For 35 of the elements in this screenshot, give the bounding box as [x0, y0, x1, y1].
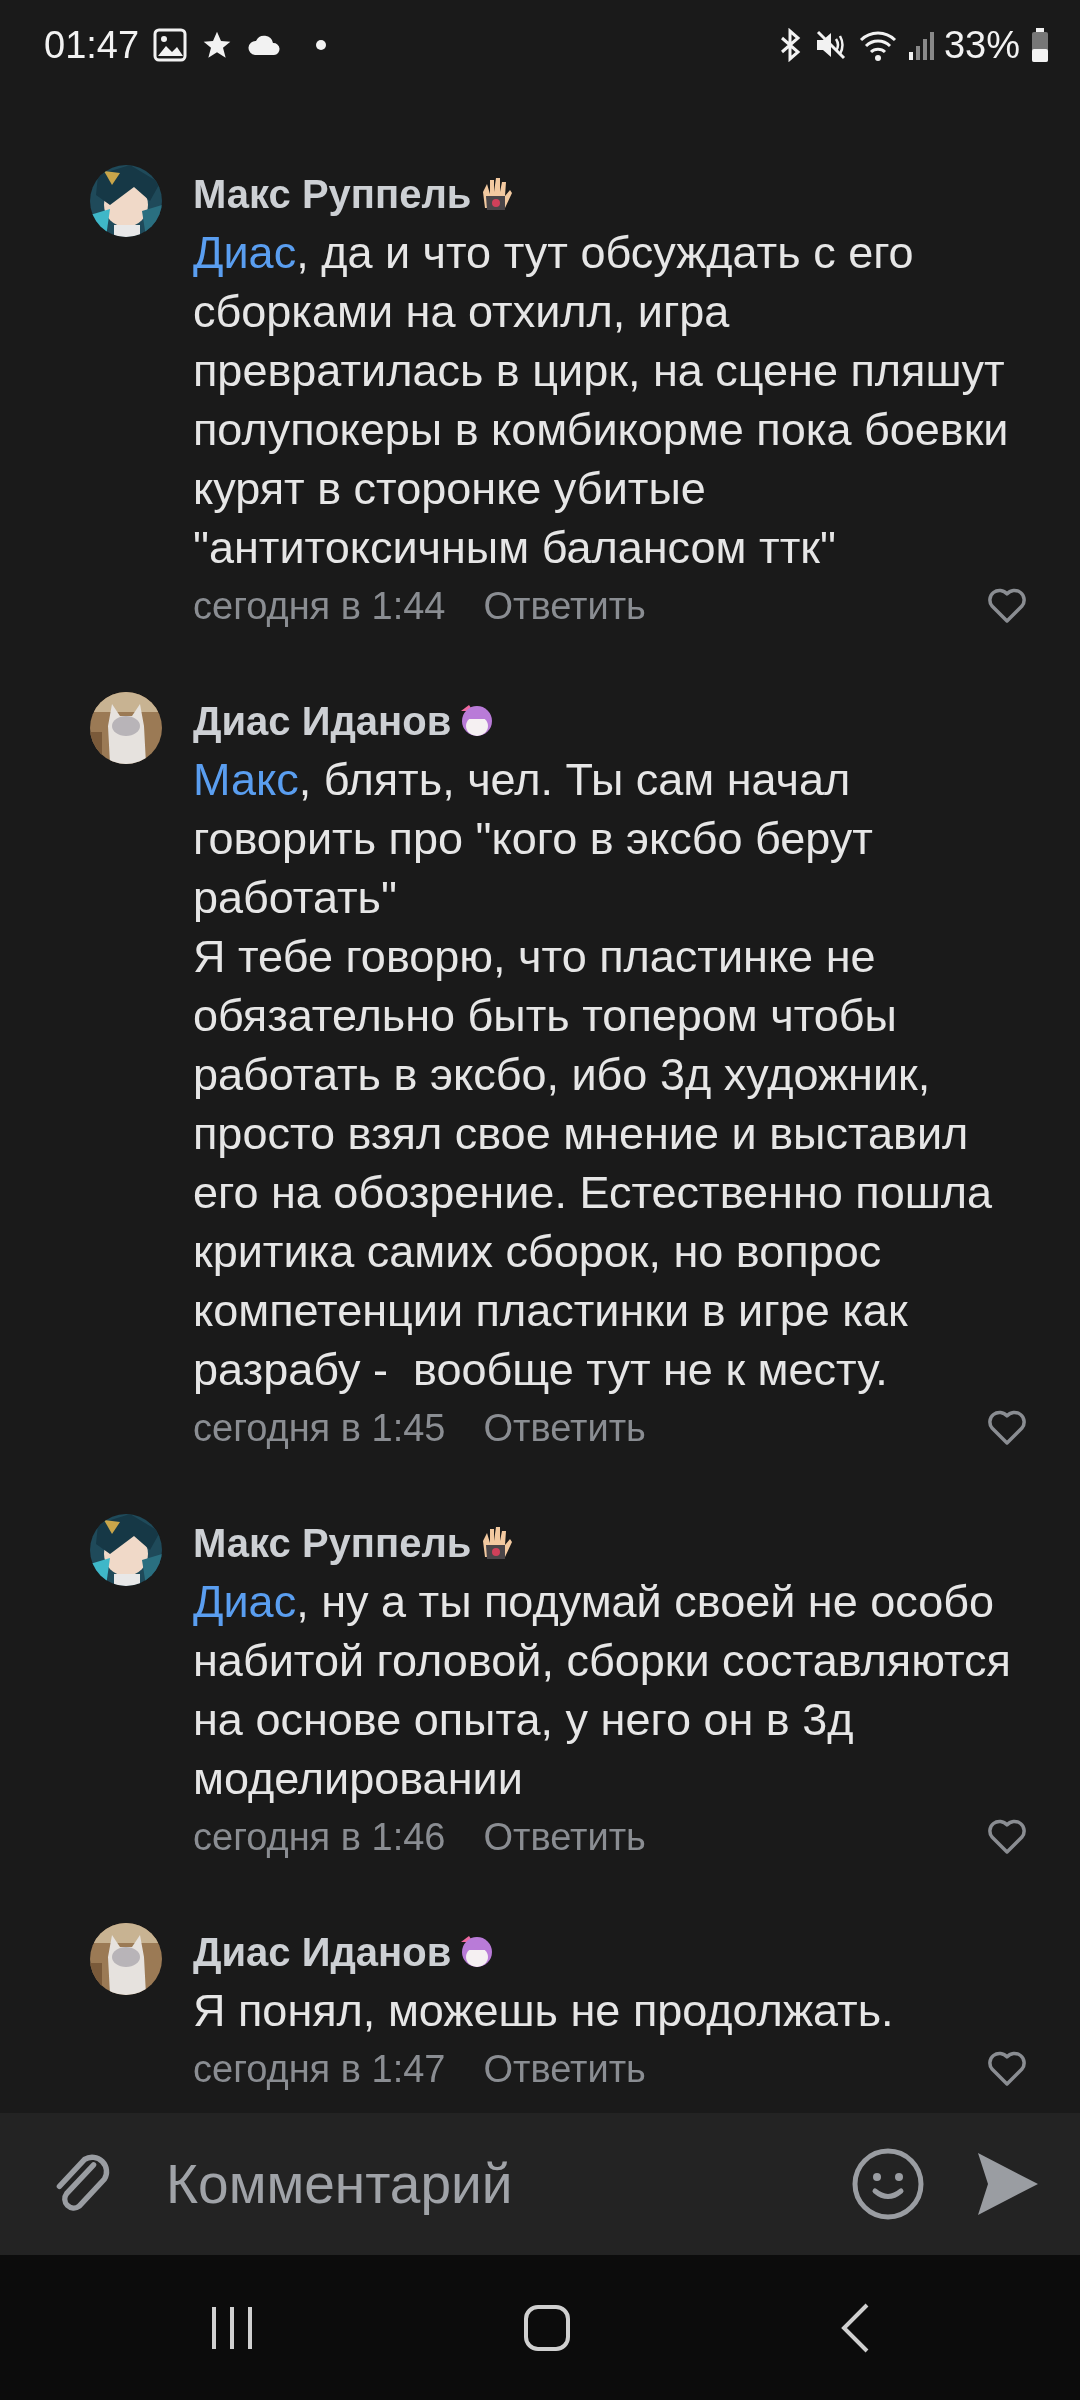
- cloud-icon: [247, 33, 282, 57]
- image-icon: [153, 28, 188, 62]
- dot-icon: [315, 39, 328, 51]
- comment-time: сегодня в 1:47: [193, 2047, 446, 2091]
- emoji-icon[interactable]: [852, 2148, 924, 2220]
- heart-icon[interactable]: [987, 1819, 1027, 1855]
- reply-link[interactable]: Ответить: [483, 2047, 646, 2091]
- comment-time: сегодня в 1:44: [193, 584, 446, 628]
- heart-icon[interactable]: [987, 2051, 1027, 2087]
- battery-icon: [1030, 27, 1050, 63]
- mention-link[interactable]: Макс: [193, 754, 299, 805]
- wifi-icon: [857, 28, 898, 62]
- author-name[interactable]: Макс Руппель: [193, 171, 472, 217]
- comment-time: сегодня в 1:46: [193, 1815, 446, 1859]
- heart-icon[interactable]: [987, 588, 1027, 624]
- heart-icon[interactable]: [987, 1410, 1027, 1446]
- comment-text: Диас, да и что тут обсуждать с его сборками на отхилл, игра превратилась в цирк, на сцене пляшут полупокеры в комбикорме пока боевки курят в сторонке убитые "антитоксичным балансом ттк": [193, 226, 1010, 575]
- send-icon[interactable]: [976, 2151, 1040, 2217]
- back-icon[interactable]: [840, 2302, 870, 2353]
- author-name[interactable]: Диас Иданов: [193, 1929, 452, 1975]
- reply-link[interactable]: Ответить: [483, 1406, 646, 1450]
- mention-link[interactable]: Диас: [193, 1576, 297, 1627]
- home-icon[interactable]: [523, 2303, 571, 2352]
- recent-apps-icon[interactable]: [210, 2304, 254, 2351]
- author-name[interactable]: Диас Иданов: [193, 698, 452, 744]
- battery-percent: 33%: [943, 23, 1020, 67]
- reply-link[interactable]: Ответить: [483, 1815, 646, 1859]
- comment-time: сегодня в 1:45: [193, 1406, 446, 1450]
- author-name[interactable]: Макс Руппель: [193, 1520, 472, 1566]
- reply-link[interactable]: Ответить: [483, 584, 646, 628]
- comment-text: Диас, ну а ты подумай своей не особо набитой головой, сборки составляются на основе опыта, у него он в 3д моделировании: [193, 1575, 1012, 1806]
- mention-link[interactable]: Диас: [193, 227, 297, 278]
- status-time: 01:47: [44, 23, 140, 67]
- comment-text: Я понял, можешь не продолжать.: [193, 1984, 895, 2038]
- comment-text: Макс, блять, чел. Ты сам начал говорить про "кого в эксбо берут работать" Я тебе говорю, что пластинке не обязательно быть топером чтобы работать в эксбо, ибо 3д художник, просто взял свое мнение и выставил его на обозрение. Естественно пошла критика самих сборок, но вопрос компетенции пластинки в игре как разрабу - вообще тут не к месту.: [193, 753, 994, 1397]
